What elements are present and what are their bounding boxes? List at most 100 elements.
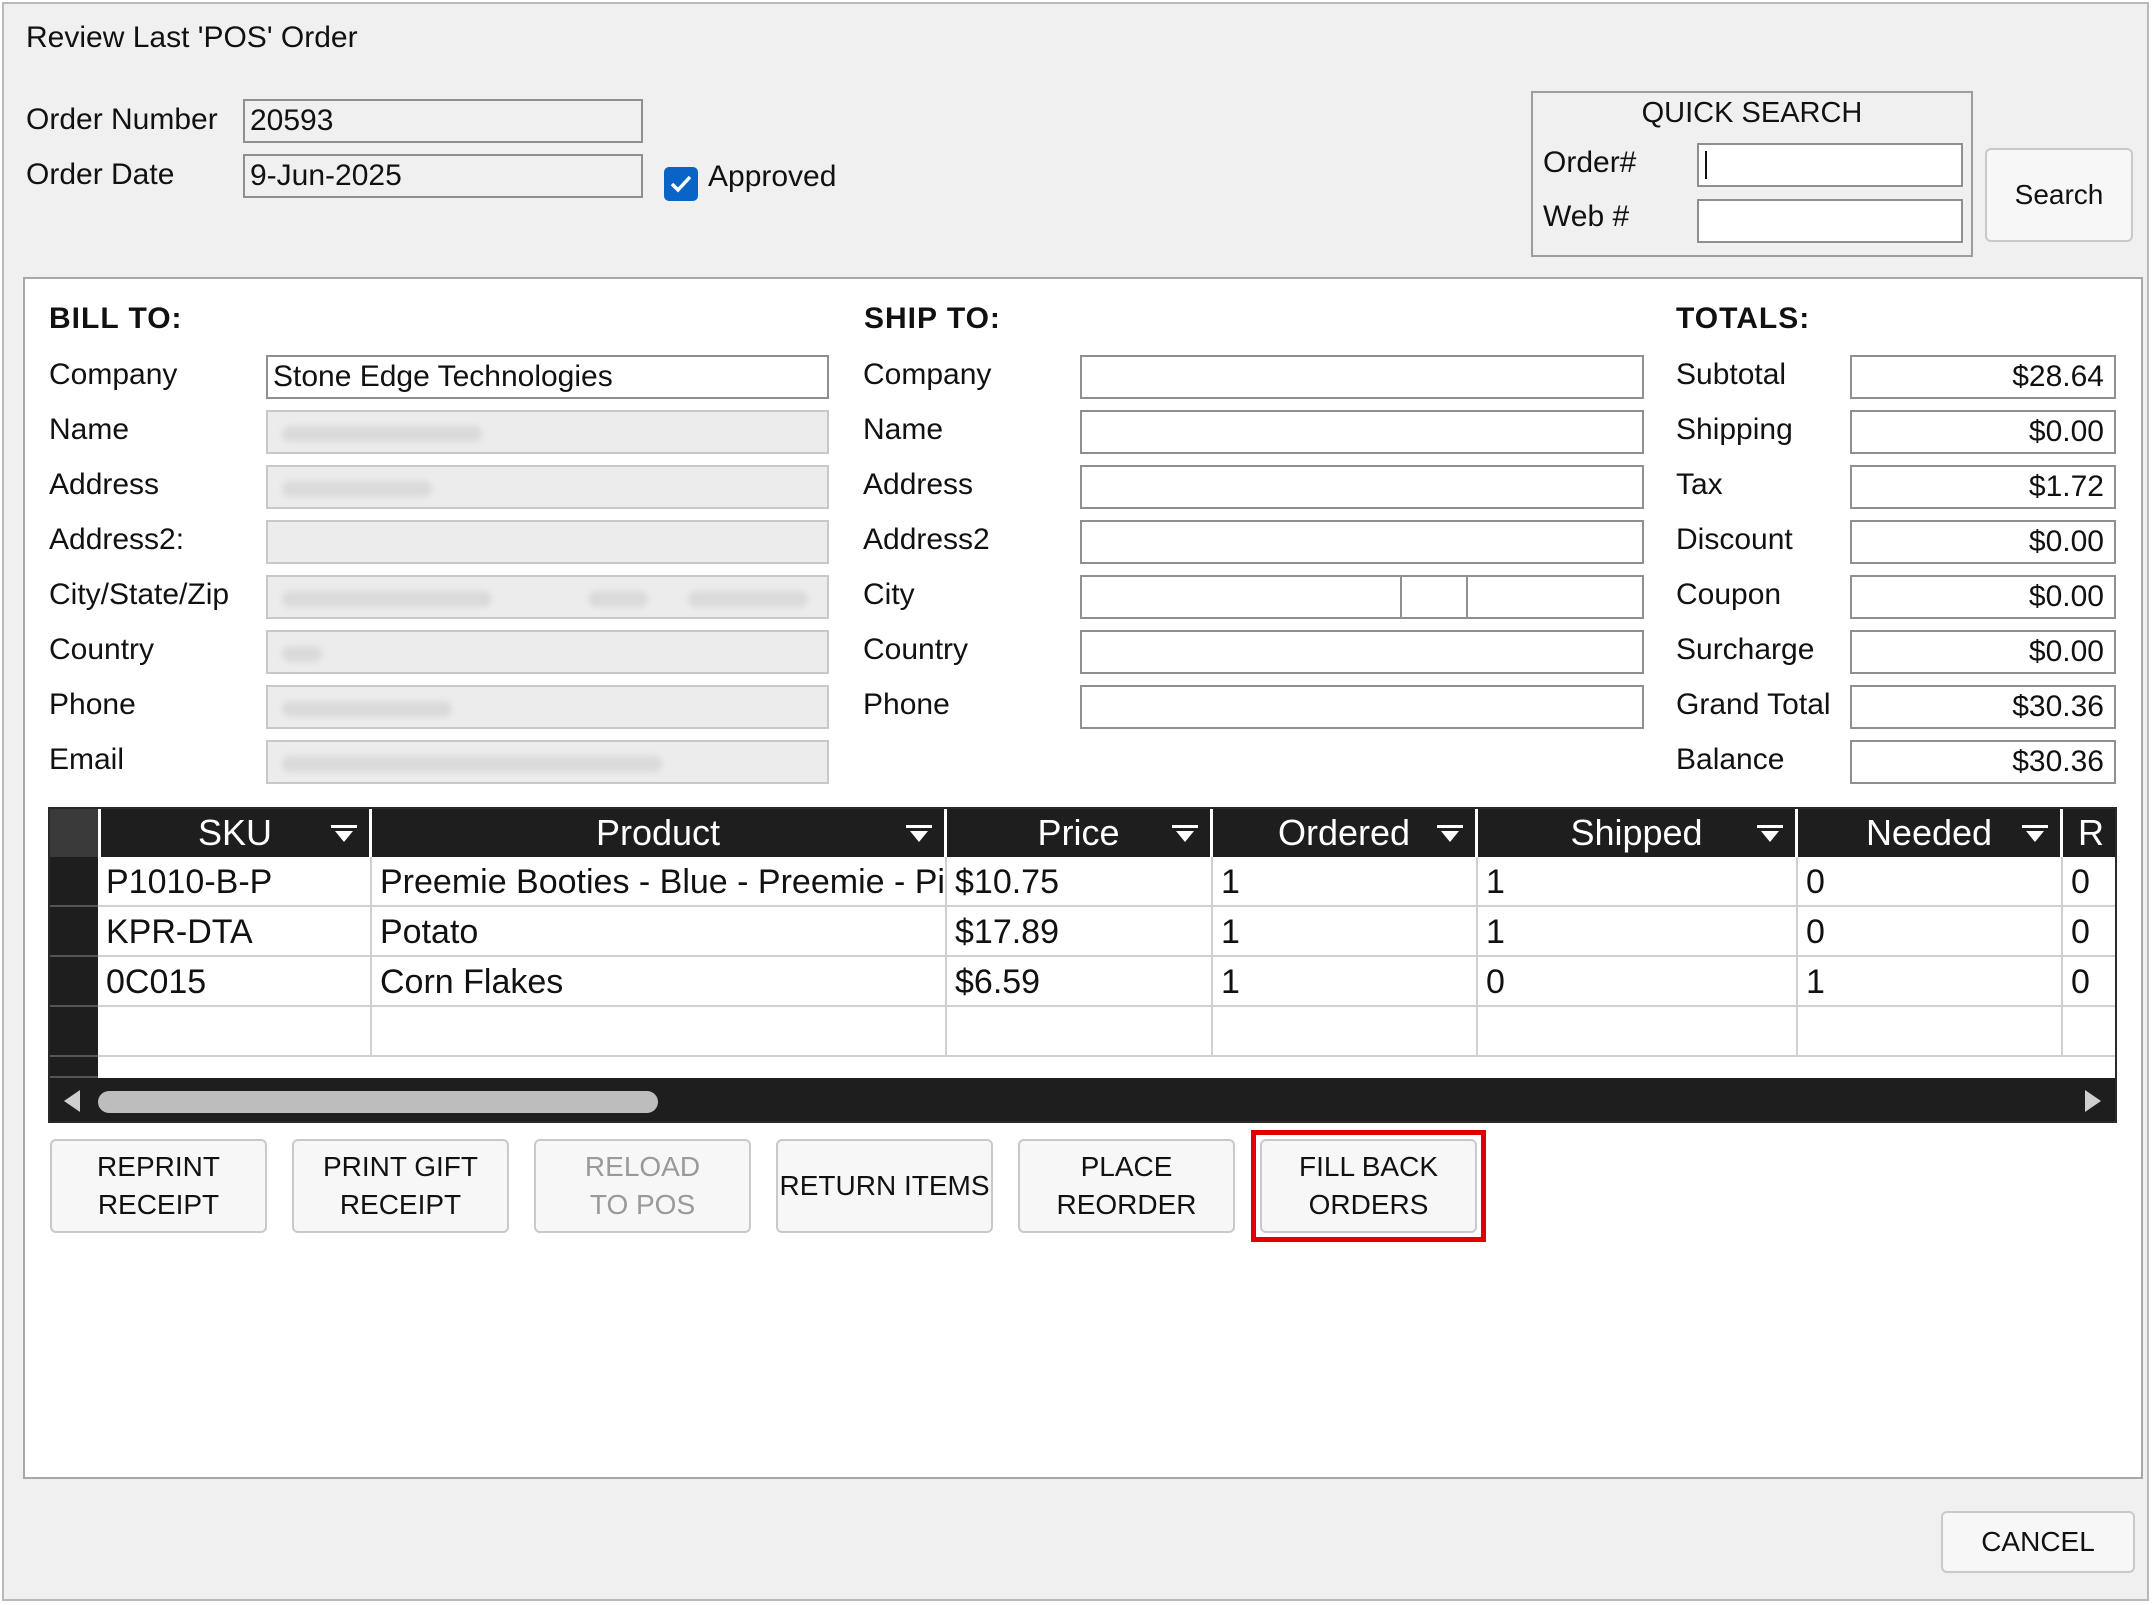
grid-select-all-corner[interactable] <box>50 809 101 857</box>
quick-search-group: QUICK SEARCH Order# Web # <box>1531 91 1973 257</box>
bill-name-field[interactable] <box>266 410 829 454</box>
table-cell[interactable]: 0 <box>1798 907 2063 957</box>
table-cell[interactable]: 0 <box>1478 957 1798 1007</box>
discount-value: $0.00 <box>1850 520 2116 564</box>
shipping-value: $0.00 <box>1850 410 2116 454</box>
quick-search-web-input[interactable] <box>1697 199 1963 243</box>
table-cell[interactable] <box>947 1007 1213 1057</box>
ship-zip-field[interactable] <box>1466 575 1644 619</box>
filter-dropdown-icon[interactable] <box>1437 825 1463 843</box>
table-cell[interactable]: 1 <box>1213 957 1478 1007</box>
bill-email-field[interactable] <box>266 740 829 784</box>
table-cell[interactable]: 1 <box>1798 957 2063 1007</box>
table-cell[interactable] <box>2063 1007 2115 1057</box>
ship-state-field[interactable] <box>1400 575 1468 619</box>
bill-address2-field[interactable] <box>266 520 829 564</box>
ship-company-field[interactable] <box>1080 355 1644 399</box>
order-details-panel: BILL TO: Company Name Address Address2: … <box>23 277 2143 1479</box>
text-cursor <box>1705 151 1707 179</box>
grid-header-shipped[interactable]: Shipped <box>1478 809 1798 857</box>
grand-total-value: $30.36 <box>1850 685 2116 729</box>
reprint-receipt-button[interactable]: REPRINT RECEIPT <box>50 1139 267 1233</box>
table-cell[interactable]: Potato <box>372 907 947 957</box>
table-cell[interactable] <box>1213 1007 1478 1057</box>
scroll-left-icon[interactable] <box>60 1088 84 1114</box>
order-date-field[interactable]: 9-Jun-2025 <box>243 154 643 198</box>
reload-to-pos-button[interactable]: RELOAD TO POS <box>534 1139 751 1233</box>
bill-to-title: BILL TO: <box>49 302 183 335</box>
totals-title: TOTALS: <box>1676 302 1811 335</box>
approved-checkbox[interactable] <box>664 167 698 201</box>
table-cell[interactable]: 0 <box>2063 907 2115 957</box>
balance-label: Balance <box>1676 743 1785 776</box>
table-cell[interactable]: $6.59 <box>947 957 1213 1007</box>
filter-dropdown-icon[interactable] <box>2022 825 2048 843</box>
grid-header-r[interactable]: R <box>2063 809 2115 857</box>
search-button[interactable]: Search <box>1985 148 2133 242</box>
print-gift-receipt-button[interactable]: PRINT GIFT RECEIPT <box>292 1139 509 1233</box>
row-selector[interactable] <box>50 907 98 957</box>
coupon-label: Coupon <box>1676 578 1782 611</box>
review-order-window: Review Last 'POS' Order Order Number 205… <box>2 2 2149 1601</box>
table-cell[interactable]: 0 <box>2063 857 2115 907</box>
ship-phone-field[interactable] <box>1080 685 1644 729</box>
table-cell[interactable]: 1 <box>1213 857 1478 907</box>
quick-search-order-input[interactable] <box>1697 143 1963 187</box>
ship-name-field[interactable] <box>1080 410 1644 454</box>
ship-city-field[interactable] <box>1080 575 1402 619</box>
table-cell[interactable]: $17.89 <box>947 907 1213 957</box>
grid-header-sku[interactable]: SKU <box>101 809 372 857</box>
scrollbar-thumb[interactable] <box>98 1091 658 1113</box>
grid-header-product[interactable]: Product <box>372 809 947 857</box>
bill-city-state-zip-field[interactable] <box>266 575 829 619</box>
table-cell[interactable] <box>1798 1007 2063 1057</box>
horizontal-scrollbar[interactable] <box>50 1078 2115 1121</box>
table-cell[interactable]: Corn Flakes <box>372 957 947 1007</box>
bill-company-field[interactable]: Stone Edge Technologies <box>266 355 829 399</box>
order-number-field[interactable]: 20593 <box>243 99 643 143</box>
table-cell[interactable] <box>98 1007 372 1057</box>
bill-address-label: Address <box>49 468 160 501</box>
table-cell[interactable]: 1 <box>1213 907 1478 957</box>
grid-header-price[interactable]: Price <box>947 809 1213 857</box>
grid-header-needed[interactable]: Needed <box>1798 809 2063 857</box>
bill-phone-field[interactable] <box>266 685 829 729</box>
ship-name-label: Name <box>863 413 944 446</box>
table-cell[interactable]: 1 <box>1478 857 1798 907</box>
filter-dropdown-icon[interactable] <box>331 825 357 843</box>
row-selector[interactable] <box>50 1057 98 1078</box>
grand-total-label: Grand Total <box>1676 688 1831 721</box>
table-cell[interactable]: P1010-B-P <box>98 857 372 907</box>
quick-search-order-label: Order# <box>1543 146 1637 179</box>
scroll-right-icon[interactable] <box>2081 1088 2105 1114</box>
filter-dropdown-icon[interactable] <box>1172 825 1198 843</box>
quick-search-web-label: Web # <box>1543 200 1630 233</box>
ship-address2-field[interactable] <box>1080 520 1644 564</box>
ship-address-field[interactable] <box>1080 465 1644 509</box>
row-selector[interactable] <box>50 1007 98 1057</box>
table-cell[interactable]: 0 <box>2063 957 2115 1007</box>
filter-dropdown-icon[interactable] <box>906 825 932 843</box>
table-cell[interactable]: Preemie Booties - Blue - Preemie - Pink <box>372 857 947 907</box>
window-title: Review Last 'POS' Order <box>26 21 358 54</box>
table-cell[interactable] <box>1478 1007 1798 1057</box>
table-cell[interactable]: $10.75 <box>947 857 1213 907</box>
row-selector[interactable] <box>50 957 98 1007</box>
table-cell[interactable]: KPR-DTA <box>98 907 372 957</box>
return-items-button[interactable]: RETURN ITEMS <box>776 1139 993 1233</box>
ship-city-label: City <box>863 578 915 611</box>
table-cell[interactable]: 0C015 <box>98 957 372 1007</box>
cancel-button[interactable]: CANCEL <box>1941 1511 2135 1573</box>
table-cell[interactable]: 1 <box>1478 907 1798 957</box>
bill-company-label: Company <box>49 358 178 391</box>
table-cell[interactable] <box>372 1007 947 1057</box>
ship-country-field[interactable] <box>1080 630 1644 674</box>
place-reorder-button[interactable]: PLACE REORDER <box>1018 1139 1235 1233</box>
row-selector[interactable] <box>50 857 98 907</box>
table-cell[interactable]: 0 <box>1798 857 2063 907</box>
grid-header-ordered[interactable]: Ordered <box>1213 809 1478 857</box>
bill-address2-label: Address2: <box>49 523 185 556</box>
filter-dropdown-icon[interactable] <box>1757 825 1783 843</box>
bill-address-field[interactable] <box>266 465 829 509</box>
bill-country-field[interactable] <box>266 630 829 674</box>
